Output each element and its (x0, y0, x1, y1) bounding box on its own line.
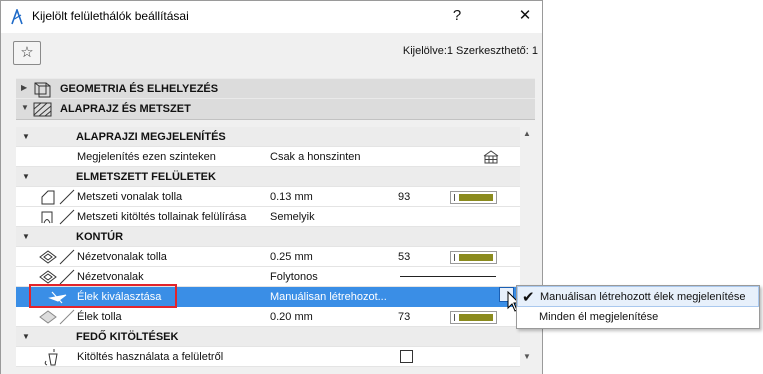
section-label: ALAPRAJZ ÉS METSZET (60, 103, 191, 115)
caret-down-icon: ▼ (22, 232, 30, 241)
group-label: ELMETSZETT FELÜLETEK (76, 171, 216, 183)
caret-right-icon: ▶ (21, 83, 28, 92)
section-geometry-placement[interactable]: ▶ GEOMETRIA ÉS ELHELYEZÉS (16, 78, 535, 100)
option-label: Manuálisan létrehozott élek megjelenítés… (540, 291, 746, 303)
row-value[interactable]: 0.25 mm (270, 251, 313, 263)
row-value[interactable]: Manuálisan létrehozot... (270, 291, 387, 303)
row-show-on-stories[interactable]: Megjelenítés ezen szinteken Csak a honsz… (16, 147, 520, 167)
row-cut-line-pen[interactable]: Metszeti vonalak tolla 0.13 mm 93 (16, 187, 520, 207)
caret-down-icon: ▼ (22, 172, 30, 181)
row-value[interactable]: Folytonos (270, 271, 318, 283)
archicad-logo-icon (11, 9, 23, 25)
group-label: KONTÚR (76, 231, 124, 243)
help-button[interactable]: ? (447, 6, 467, 26)
row-value[interactable]: Semelyik (270, 211, 315, 223)
section-label: GEOMETRIA ÉS ELHELYEZÉS (60, 83, 219, 95)
row-use-fill-from-surface[interactable]: Kitöltés használata a felületről (16, 347, 520, 367)
geometry-icon (34, 82, 51, 98)
cut-line-pen-icon (41, 189, 75, 205)
pen-swatch[interactable] (450, 191, 497, 204)
caret-down-icon: ▼ (21, 103, 29, 112)
pen-swatch-tick (454, 254, 455, 261)
cut-fill-pen-icon (41, 209, 75, 225)
dropdown-option-manual-edges[interactable]: ✔ Manuálisan létrehozott élek megjelenít… (517, 286, 759, 307)
row-view-line-pen[interactable]: Nézetvonalak tolla 0.25 mm 53 (16, 247, 520, 267)
row-label: Nézetvonalak (77, 271, 144, 283)
use-fill-checkbox[interactable] (400, 350, 413, 363)
group-label: ALAPRAJZI MEGJELENÍTÉS (76, 131, 226, 143)
group-floorplan-display[interactable]: ▼ ALAPRAJZI MEGJELENÍTÉS (16, 127, 520, 147)
row-edge-pen[interactable]: Élek tolla 0.20 mm 73 (16, 307, 520, 327)
row-value[interactable]: 0.20 mm (270, 311, 313, 323)
pen-swatch[interactable] (450, 311, 497, 324)
row-value[interactable]: Csak a honszinten (270, 151, 361, 163)
star-icon: ☆ (20, 44, 34, 61)
pen-swatch-fill (459, 254, 493, 261)
dropdown-option-all-edges[interactable]: Minden él megjelenítése (517, 307, 759, 328)
row-label: Metszeti vonalak tolla (77, 191, 183, 203)
pen-number[interactable]: 53 (398, 251, 410, 263)
pen-swatch[interactable] (450, 251, 497, 264)
view-line-pen-icon (39, 249, 75, 265)
pen-swatch-fill (459, 194, 493, 201)
group-label: FEDŐ KITÖLTÉSEK (76, 331, 179, 343)
pen-number[interactable]: 93 (398, 191, 410, 203)
story-icon (483, 150, 499, 164)
pen-number[interactable]: 73 (398, 311, 410, 323)
row-cut-fill-pen-override[interactable]: Metszeti kitöltés tollainak felülírása S… (16, 207, 520, 227)
group-outlines[interactable]: ▼ KONTÚR (16, 227, 520, 247)
settings-dialog: Kijelölt felülethálók beállításai ? ✕ ☆ … (0, 0, 543, 374)
caret-down-icon: ▼ (22, 132, 30, 141)
favorites-button[interactable]: ☆ (13, 41, 41, 65)
line-type-swatch[interactable] (400, 276, 496, 277)
group-cut-surfaces[interactable]: ▼ ELMETSZETT FELÜLETEK (16, 167, 520, 187)
pen-swatch-tick (454, 314, 455, 321)
callout-highlight (29, 284, 177, 308)
title-bar: Kijelölt felülethálók beállításai ? ✕ (1, 1, 542, 33)
fill-bucket-icon (44, 349, 58, 366)
edge-selection-dropdown-menu: ✔ Manuálisan létrehozott élek megjelenít… (516, 285, 760, 329)
row-label: Kitöltés használata a felületről (77, 351, 224, 363)
row-label: Megjelenítés ezen szinteken (77, 151, 216, 163)
section-floorplan-section[interactable]: ▼ ALAPRAJZ ÉS METSZET (16, 98, 535, 120)
close-button[interactable]: ✕ (515, 6, 535, 26)
group-cover-fills[interactable]: ▼ FEDŐ KITÖLTÉSEK (16, 327, 520, 347)
scroll-down-arrow-icon[interactable]: ▼ (523, 352, 531, 361)
settings-tree: ▼ ALAPRAJZI MEGJELENÍTÉS Megjelenítés ez… (16, 127, 520, 367)
row-label: Nézetvonalak tolla (77, 251, 167, 263)
pen-swatch-fill (459, 314, 493, 321)
floorplan-icon (33, 102, 52, 117)
option-label: Minden él megjelenítése (539, 311, 659, 323)
dialog-title: Kijelölt felülethálók beállításai (32, 9, 189, 23)
selection-info: Kijelölve:1 Szerkeszthető: 1 (402, 45, 538, 57)
pen-swatch-tick (454, 194, 455, 201)
row-label: Élek tolla (77, 311, 122, 323)
scroll-up-arrow-icon[interactable]: ▲ (523, 129, 531, 138)
edge-pen-icon (39, 309, 75, 325)
row-value[interactable]: 0.13 mm (270, 191, 313, 203)
tree-scrollbar[interactable]: ▲ ▼ (520, 127, 535, 367)
checkmark-icon: ✔ (522, 289, 535, 306)
row-label: Metszeti kitöltés tollainak felülírása (77, 211, 247, 223)
caret-down-icon: ▼ (22, 332, 30, 341)
